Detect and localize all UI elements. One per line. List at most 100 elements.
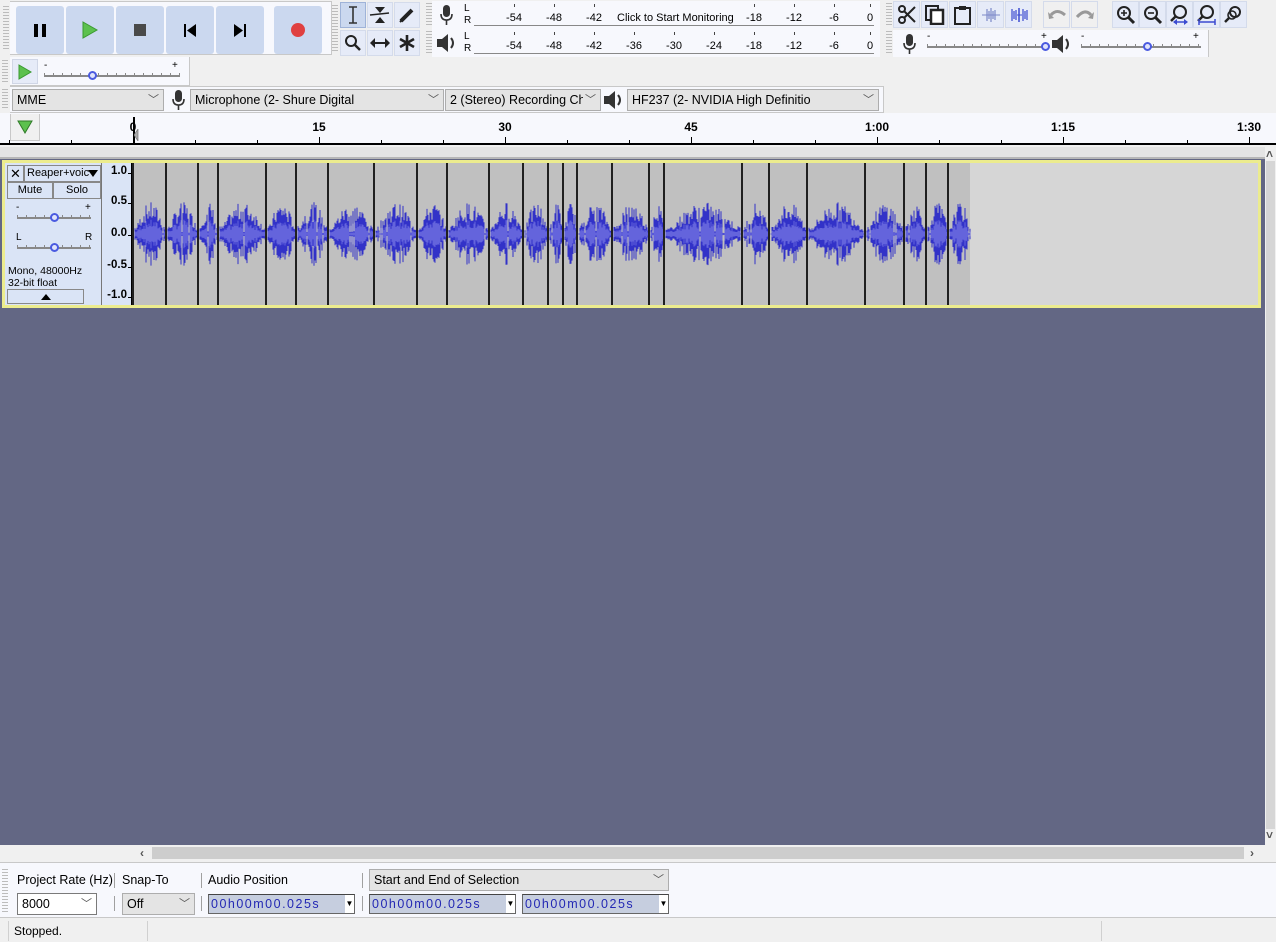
audio-clip[interactable] — [446, 163, 489, 305]
track-panel[interactable]: ✕ Reaper+voic Mute Solo - + L R Mono, 48… — [0, 147, 1265, 845]
start-monitoring-prompt[interactable]: Click to Start Monitoring — [614, 12, 737, 24]
timeshift-tool[interactable] — [367, 30, 393, 56]
envelope-tool[interactable] — [367, 2, 393, 28]
audio-clip[interactable] — [265, 163, 296, 305]
audio-track[interactable]: ✕ Reaper+voic Mute Solo - + L R Mono, 48… — [2, 160, 1261, 308]
scroll-left-icon[interactable]: ‹ — [140, 846, 144, 860]
track-menu-button[interactable]: Reaper+voic — [24, 165, 101, 182]
fit-selection-button[interactable] — [1166, 1, 1193, 28]
record-meter-icon[interactable] — [438, 4, 454, 29]
audio-clip[interactable] — [295, 163, 328, 305]
vertical-scroll-track[interactable] — [1266, 161, 1275, 829]
playback-device-select[interactable]: HF237 (2- NVIDIA High Definitio ﹀ — [627, 89, 879, 111]
record-meter[interactable]: -54 -48 -42 -18 -12 -6 0 Click to Start Monitor… — [474, 4, 875, 26]
audio-clip[interactable] — [806, 163, 865, 305]
mute-button[interactable]: Mute — [7, 182, 53, 199]
record-button[interactable] — [274, 6, 322, 54]
scroll-up-icon[interactable]: ˄ — [1266, 147, 1273, 161]
selection-end-field[interactable]: 00h00m00.025s ▼ — [522, 894, 669, 914]
gain-thumb[interactable] — [49, 213, 59, 222]
audio-clip[interactable] — [576, 163, 612, 305]
audio-clip[interactable] — [373, 163, 417, 305]
toolbar-grip[interactable] — [3, 6, 9, 50]
record-volume-slider[interactable] — [927, 46, 1045, 48]
audio-clip[interactable] — [197, 163, 218, 305]
playback-meter[interactable]: -54 -48 -42 -36 -30 -24 -18 -12 -6 0 — [474, 32, 875, 54]
selection-start-field[interactable]: 00h00m00.025s ▼ — [369, 894, 516, 914]
audio-clip[interactable] — [132, 163, 166, 305]
paste-button[interactable] — [949, 1, 976, 28]
toolbar-grip[interactable] — [886, 3, 892, 27]
audio-clip[interactable] — [562, 163, 577, 305]
copy-button[interactable] — [921, 1, 948, 28]
stop-button[interactable] — [116, 6, 164, 54]
vertical-ruler[interactable]: 1.0 0.5 0.0 -0.5 -1.0 — [102, 163, 132, 305]
audio-clip[interactable] — [327, 163, 374, 305]
skip-end-button[interactable] — [216, 6, 264, 54]
audio-host-select[interactable]: MME ﹀ — [12, 89, 164, 111]
fit-project-button[interactable] — [1193, 1, 1220, 28]
selection-tool[interactable] — [340, 2, 366, 28]
play-button[interactable] — [66, 6, 114, 54]
time-format-dropdown-icon[interactable]: ▼ — [659, 895, 668, 913]
zoom-toggle-button[interactable] — [1220, 1, 1247, 28]
pan-thumb[interactable] — [49, 243, 59, 252]
record-volume-thumb[interactable] — [1040, 42, 1050, 51]
audio-clip[interactable] — [416, 163, 447, 305]
redo-button[interactable] — [1071, 1, 1098, 28]
audio-clip[interactable] — [663, 163, 742, 305]
undo-button[interactable] — [1043, 1, 1070, 28]
timeline-options-button[interactable] — [10, 114, 40, 141]
cut-button[interactable] — [893, 1, 920, 28]
playback-volume-slider[interactable] — [1081, 46, 1201, 48]
scroll-down-icon[interactable]: ˅ — [1266, 828, 1273, 842]
silence-button[interactable] — [1005, 1, 1032, 28]
audio-clip[interactable] — [864, 163, 904, 305]
zoom-out-button[interactable] — [1139, 1, 1166, 28]
audio-clip[interactable] — [741, 163, 769, 305]
audio-clip[interactable] — [547, 163, 563, 305]
draw-tool[interactable] — [394, 2, 420, 28]
timeline-ruler[interactable]: 0 15 30 45 1:00 1:15 1:30 — [0, 113, 1276, 145]
play-at-speed-button[interactable] — [12, 59, 38, 84]
audio-position-field[interactable]: 00h00m00.025s ▼ — [208, 894, 355, 914]
project-rate-select[interactable]: 8000 ﹀ — [17, 893, 97, 915]
play-speed-thumb[interactable] — [88, 71, 98, 80]
play-speed-slider[interactable] — [44, 75, 180, 77]
zoom-tool[interactable] — [340, 30, 366, 56]
audio-clip[interactable] — [165, 163, 198, 305]
pause-button[interactable] — [16, 6, 64, 54]
multi-tool[interactable] — [394, 30, 420, 56]
track-close-button[interactable]: ✕ — [7, 165, 24, 182]
time-format-dropdown-icon[interactable]: ▼ — [506, 895, 515, 913]
audio-clip[interactable] — [925, 163, 948, 305]
audio-clip[interactable] — [947, 163, 971, 305]
selection-mode-select[interactable]: Start and End of Selection ﹀ — [369, 869, 669, 891]
trim-button[interactable] — [977, 1, 1004, 28]
skip-start-button[interactable] — [166, 6, 214, 54]
toolbar-grip[interactable] — [886, 31, 892, 55]
snap-to-select[interactable]: Off ﹀ — [122, 893, 195, 915]
recording-channels-select[interactable]: 2 (Stereo) Recording Chai ﹀ — [445, 89, 601, 111]
time-format-dropdown-icon[interactable]: ▼ — [345, 895, 354, 913]
audio-clip[interactable] — [648, 163, 664, 305]
toolbar-grip[interactable] — [2, 869, 8, 913]
scroll-right-icon[interactable]: › — [1250, 846, 1254, 860]
recording-device-select[interactable]: Microphone (2- Shure Digital ﹀ — [190, 89, 444, 111]
audio-clip[interactable] — [903, 163, 926, 305]
solo-button[interactable]: Solo — [53, 182, 101, 199]
audio-clip[interactable] — [488, 163, 523, 305]
waveform-area[interactable] — [132, 163, 1258, 305]
audio-clip[interactable] — [522, 163, 548, 305]
playback-meter-icon[interactable] — [436, 33, 458, 56]
horizontal-scroll-thumb[interactable] — [152, 847, 1244, 859]
horizontal-scrollbar[interactable]: ‹ › — [0, 845, 1276, 862]
audio-clip[interactable] — [217, 163, 266, 305]
toolbar-grip[interactable] — [2, 60, 8, 84]
audio-clip[interactable] — [611, 163, 649, 305]
collapse-track-button[interactable] — [7, 289, 84, 304]
vertical-scrollbar[interactable]: ˄ ˅ — [1265, 147, 1276, 845]
toolbar-grip[interactable] — [2, 89, 8, 109]
zoom-in-button[interactable] — [1112, 1, 1139, 28]
playback-volume-thumb[interactable] — [1142, 42, 1152, 51]
